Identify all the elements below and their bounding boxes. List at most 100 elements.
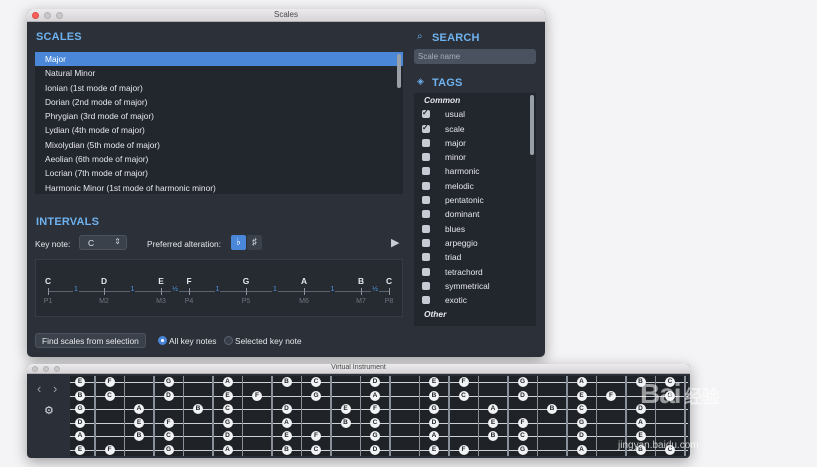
tag-row[interactable]: exotic [414, 293, 536, 307]
fretboard-note[interactable]: G [370, 431, 380, 441]
fretboard-note[interactable]: F [163, 417, 174, 428]
scale-list-item[interactable]: Major [35, 52, 403, 67]
fretboard-note[interactable]: E [75, 444, 85, 455]
fretboard-note[interactable]: E [488, 417, 498, 428]
tag-checkbox[interactable] [422, 296, 430, 305]
fretboard-note[interactable]: A [370, 390, 380, 401]
fretboard-note[interactable]: A [75, 431, 85, 441]
fretboard-note[interactable]: G [517, 444, 528, 455]
tag-checkbox[interactable] [422, 196, 430, 205]
fretboard-note[interactable]: D [281, 404, 292, 414]
fretboard-note[interactable]: B [193, 404, 203, 414]
fretboard-note[interactable]: A [222, 444, 233, 455]
fretboard-note[interactable]: E [134, 417, 144, 428]
selected-key-note-label[interactable]: Selected key note [235, 336, 302, 346]
fretboard-note[interactable]: E [75, 377, 85, 387]
chevron-right-icon[interactable]: › [53, 381, 57, 396]
fretboard-note[interactable]: B [340, 417, 351, 428]
fretboard-note[interactable]: E [281, 431, 292, 441]
selected-key-note-radio[interactable] [224, 336, 233, 345]
fretboard-note[interactable]: B [134, 431, 144, 441]
fretboard-note[interactable]: C [311, 377, 321, 387]
fretboard-note[interactable]: E [340, 404, 351, 414]
fretboard-note[interactable]: C [517, 431, 528, 441]
tag-row[interactable]: triad [414, 250, 536, 264]
tag-row[interactable]: pentatonic [414, 193, 536, 207]
tag-row[interactable]: minor [414, 150, 536, 164]
interval-note-label[interactable]: D [101, 276, 107, 286]
interval-note-label[interactable]: F [186, 276, 191, 286]
tag-row[interactable]: arpeggio [414, 236, 536, 250]
fretboard-note[interactable]: G [576, 417, 587, 428]
scale-list-item[interactable]: Dorian (2nd mode of major) [35, 95, 403, 109]
scale-list[interactable]: Major Natural Minor Ionian (1st mode of ma… [35, 52, 403, 194]
fretboard-note[interactable]: A [576, 444, 587, 455]
fretboard-note[interactable]: A [488, 404, 498, 414]
tag-row[interactable]: scale [414, 121, 536, 136]
tag-row[interactable]: tetrachord [414, 265, 536, 279]
scale-list-item[interactable]: Aeolian (6th mode of major) [35, 152, 403, 166]
fretboard-note[interactable]: G [517, 377, 528, 387]
fretboard-note[interactable]: D [429, 417, 439, 428]
fretboard-note[interactable]: F [104, 377, 115, 387]
fretboard-note[interactable]: E [429, 377, 439, 387]
fretboard-note[interactable]: A [576, 377, 587, 387]
fretboard-note[interactable]: F [252, 390, 262, 401]
fretboard-note[interactable]: F [606, 390, 616, 401]
fretboard-note[interactable]: C [370, 417, 380, 428]
fretboard-note[interactable]: A [222, 377, 233, 387]
interval-note-label[interactable]: C [386, 276, 392, 286]
fretboard-note[interactable]: C [311, 444, 321, 455]
scale-name-search-input[interactable]: Scale name [414, 49, 536, 64]
tag-checkbox[interactable] [422, 281, 430, 290]
fretboard[interactable]: E F G A B C D E F G A B C B C D E F G A B C D E F G G A B C D E F G A B C D D E… [70, 376, 688, 456]
sharp-button[interactable]: ♯ [247, 235, 262, 250]
fretboard-note[interactable]: G [222, 417, 233, 428]
fretboard-note[interactable]: B [281, 444, 292, 455]
fretboard-note[interactable]: F [104, 444, 115, 455]
fretboard-note[interactable]: F [458, 444, 469, 455]
tag-checkbox[interactable] [422, 267, 430, 276]
tag-row[interactable]: melodic [414, 179, 536, 193]
tag-checkbox[interactable] [422, 138, 430, 147]
tag-row[interactable]: blues [414, 222, 536, 236]
fretboard-note[interactable]: G [163, 444, 174, 455]
all-key-notes-label[interactable]: All key notes [169, 336, 216, 346]
tag-row[interactable]: usual [414, 106, 536, 121]
fretboard-note[interactable]: C [163, 431, 174, 441]
flat-button[interactable]: ♭ [231, 235, 246, 250]
fretboard-note[interactable]: E [429, 444, 439, 455]
fretboard-note[interactable]: D [163, 390, 174, 401]
chevron-left-icon[interactable]: ‹ [37, 381, 41, 396]
fretboard-note[interactable]: D [576, 431, 587, 441]
fretboard-note[interactable]: D [222, 431, 233, 441]
play-icon[interactable]: ▶ [391, 236, 399, 249]
fretboard-note[interactable]: B [488, 431, 498, 441]
interval-note-label[interactable]: B [358, 276, 364, 286]
tag-checkbox[interactable] [422, 181, 430, 190]
fretboard-note[interactable]: G [75, 404, 85, 414]
fretboard-note[interactable]: C [576, 404, 587, 414]
tags-scrollbar[interactable] [530, 95, 534, 155]
tag-checkbox[interactable] [422, 253, 430, 262]
fretboard-note[interactable]: D [75, 417, 85, 428]
scale-list-item[interactable]: Lydian (4th mode of major) [35, 123, 403, 137]
tag-checkbox[interactable] [422, 153, 430, 162]
fretboard-note[interactable]: A [429, 431, 439, 441]
tags-list[interactable]: Common usual scale major minor harmonic melod… [414, 93, 536, 326]
fretboard-note[interactable]: F [370, 404, 380, 414]
key-note-select[interactable]: C ⇕ [79, 235, 127, 250]
tag-row[interactable]: major [414, 136, 536, 150]
tag-checkbox[interactable] [422, 238, 430, 247]
gear-icon[interactable]: ⚙ [44, 404, 54, 417]
tag-checkbox[interactable] [422, 167, 430, 176]
fretboard-note[interactable]: D [370, 444, 380, 455]
scale-list-item[interactable]: Locrian (7th mode of major) [35, 166, 403, 180]
tag-row[interactable]: dominant [414, 207, 536, 221]
fretboard-note[interactable]: C [458, 390, 469, 401]
scale-list-item[interactable]: Ionian (1st mode of major) [35, 81, 403, 95]
find-scales-button[interactable]: Find scales from selection [35, 333, 146, 348]
fretboard-note[interactable]: A [635, 417, 646, 428]
interval-note-label[interactable]: E [158, 276, 164, 286]
scale-list-item[interactable]: Mixolydian (5th mode of major) [35, 138, 403, 152]
